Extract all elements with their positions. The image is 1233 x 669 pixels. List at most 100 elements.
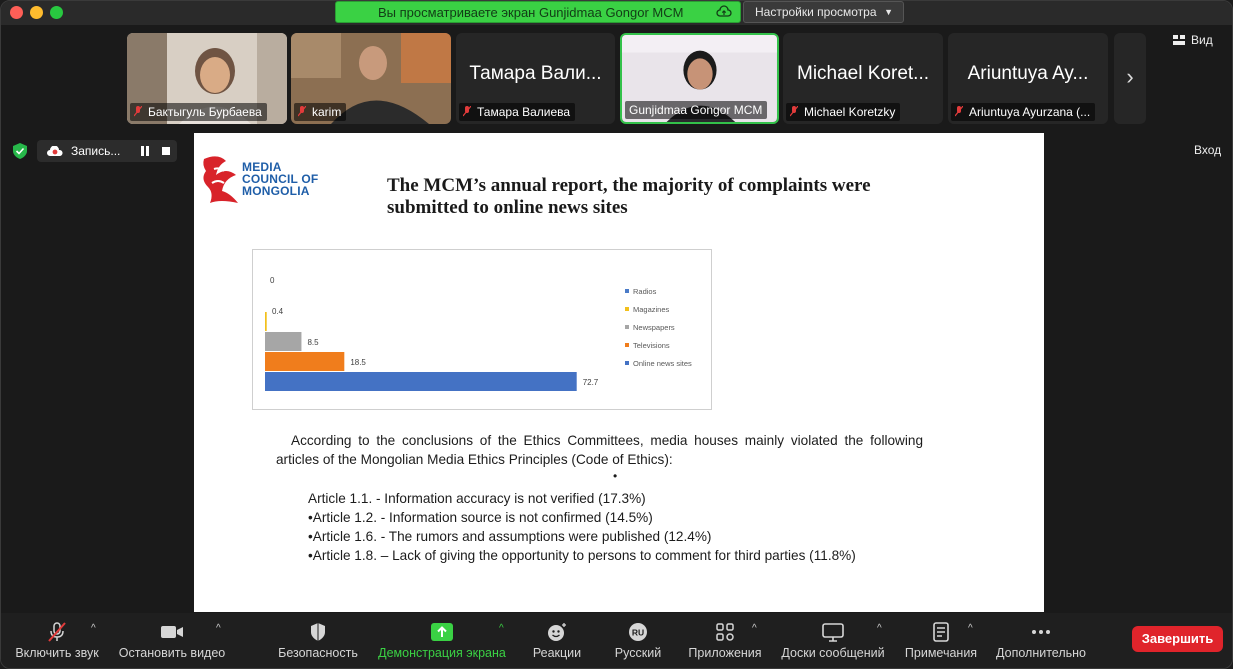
participant-tile[interactable]: karim (291, 33, 451, 124)
apps-options-caret[interactable]: ^ (752, 613, 764, 668)
bar-televisions (265, 352, 345, 371)
mcm-logo-text: MEDIA COUNCIL OF MONGOLIA (242, 160, 319, 198)
recording-indicator: Запись... (37, 140, 177, 162)
legend-label: Radios (633, 287, 657, 296)
mic-muted-icon (298, 106, 306, 117)
grid-view-icon (1173, 35, 1185, 45)
legend-swatch (625, 325, 629, 329)
list-item: •Article 1.6. - The rumors and assumptio… (308, 529, 712, 544)
notes-options-caret[interactable]: ^ (968, 613, 980, 668)
shield-icon (311, 623, 325, 641)
chevron-up-icon: ^ (752, 623, 757, 634)
slide-title: The MCM’s annual report, the majority of… (387, 175, 871, 218)
bar-chart-svg: 0 0.4 8.5 18.5 72.7 Radios Magazines Newspapers… (265, 276, 692, 391)
whiteboard-options-caret[interactable]: ^ (877, 613, 889, 668)
bar-value-label: 8.5 (307, 338, 319, 347)
participant-display-name: Тамара Вали... (469, 63, 602, 84)
enter-button[interactable]: Вход (1194, 143, 1221, 157)
meeting-toolbar: Включить звук ^ Остановить видео ^ Безоп… (1, 613, 1232, 668)
articles-list: Article 1.1. - Information accuracy is n… (308, 489, 856, 565)
next-participants-button[interactable]: › (1114, 33, 1146, 124)
share-options-caret[interactable]: ^ (499, 613, 511, 668)
share-banner-text: Вы просматриваете экран Gunjidmaa Gongor… (378, 5, 684, 20)
participant-name-tag: Michael Koretzky (786, 103, 901, 121)
chevron-right-icon: › (1126, 64, 1134, 89)
list-item: Article 1.1. - Information accuracy is n… (308, 491, 646, 506)
shared-screen-slide: MEDIA COUNCIL OF MONGOLIA The MCM’s annu… (194, 133, 1044, 612)
chevron-up-icon: ^ (499, 623, 504, 634)
participant-name-tag: Тамара Валиева (459, 103, 576, 121)
apps-icon (716, 623, 734, 641)
bar-chart: 0 0.4 8.5 18.5 72.7 Radios Magazines Newspapers… (252, 249, 712, 410)
chevron-down-icon: ▼ (884, 7, 893, 17)
minimize-window-button[interactable] (30, 6, 43, 19)
participant-tile[interactable]: Тамара Вали... Тамара Валиева (456, 33, 615, 124)
list-item: •Article 1.8. – Lack of giving the oppor… (308, 548, 856, 563)
bar-magazines (265, 312, 267, 331)
audio-options-caret[interactable]: ^ (91, 613, 103, 668)
legend-label: Newspapers (633, 323, 675, 332)
participant-tile[interactable]: Бактыгуль Бурбаева (127, 33, 287, 124)
svg-text:RU: RU (632, 628, 644, 638)
participant-name-tag: Gunjidmaa Gongor MCM (625, 101, 768, 119)
mic-muted-icon (790, 106, 798, 117)
view-options-dropdown[interactable]: Настройки просмотра ▼ (743, 1, 904, 23)
view-layout-button[interactable]: Вид (1173, 33, 1213, 47)
legend-label: Televisions (633, 341, 670, 350)
mcm-logo-icon (203, 156, 238, 203)
whiteboard-icon (822, 623, 844, 642)
bar-value-label: 18.5 (350, 358, 366, 367)
participant-tile[interactable]: Ariuntuya Ay... Ariuntuya Ayurzana (... (948, 33, 1108, 124)
cloud-recording-icon (47, 146, 63, 156)
language-ru-icon: RU (629, 623, 647, 641)
mic-muted-icon (134, 106, 142, 117)
mic-muted-icon (955, 106, 963, 117)
more-button[interactable]: Дополнительно (993, 613, 1089, 668)
bullet-marker: • (613, 469, 618, 483)
title-bar: Вы просматриваете экран Gunjidmaa Gongor… (1, 1, 1232, 25)
pause-recording-button[interactable] (141, 146, 149, 156)
close-window-button[interactable] (10, 6, 23, 19)
bar-newspapers (265, 332, 302, 351)
share-screen-button[interactable]: Демонстрация экрана (373, 613, 511, 668)
stop-recording-button[interactable] (162, 147, 170, 155)
reactions-button[interactable]: Реакции (529, 613, 585, 668)
participant-display-name: Michael Koret... (797, 63, 929, 84)
zoom-window: Вы просматриваете экран Gunjidmaa Gongor… (0, 0, 1233, 669)
video-camera-icon (161, 626, 183, 638)
cloud-upload-icon[interactable] (716, 5, 732, 19)
notes-icon (933, 622, 949, 642)
language-interpretation-button[interactable]: RU Русский (607, 613, 669, 668)
whiteboards-button[interactable]: Доски сообщений (777, 613, 889, 668)
mic-muted-icon (48, 622, 66, 642)
view-options-label: Настройки просмотра (755, 5, 877, 19)
participant-name-tag: Бактыгуль Бурбаева (130, 103, 267, 121)
more-icon (1032, 630, 1050, 634)
mic-muted-icon (463, 106, 471, 117)
bar-online-news-sites (265, 372, 577, 391)
legend-swatch (625, 289, 629, 293)
chevron-up-icon: ^ (91, 623, 96, 634)
bar-value-label: 0 (270, 276, 275, 285)
maximize-window-button[interactable] (50, 6, 63, 19)
end-meeting-button[interactable]: Завершить (1132, 626, 1223, 652)
screen-share-banner: Вы просматриваете экран Gunjidmaa Gongor… (335, 1, 741, 23)
list-item: •Article 1.2. - Information source is no… (308, 510, 653, 525)
recording-label: Запись... (71, 144, 121, 158)
participant-name-tag: Ariuntuya Ayurzana (... (951, 103, 1096, 121)
legend-swatch (625, 307, 629, 311)
encryption-shield-icon[interactable] (13, 143, 27, 159)
emoji-icon (548, 623, 566, 641)
bar-value-label: 72.7 (583, 378, 599, 387)
video-options-caret[interactable]: ^ (216, 613, 228, 668)
ethics-paragraph: According to the conclusions of the Ethi… (276, 433, 923, 467)
security-button[interactable]: Безопасность (273, 613, 363, 668)
legend-label: Online news sites (633, 359, 692, 368)
chevron-up-icon: ^ (216, 623, 221, 634)
participant-tile[interactable]: Michael Koret... Michael Koretzky (783, 33, 943, 124)
chevron-up-icon: ^ (877, 623, 882, 634)
share-screen-icon (431, 623, 453, 641)
participant-tile-active-speaker[interactable]: Gunjidmaa Gongor MCM (620, 33, 779, 124)
legend-label: Magazines (633, 305, 670, 314)
stop-video-button[interactable]: Остановить видео (115, 613, 229, 668)
